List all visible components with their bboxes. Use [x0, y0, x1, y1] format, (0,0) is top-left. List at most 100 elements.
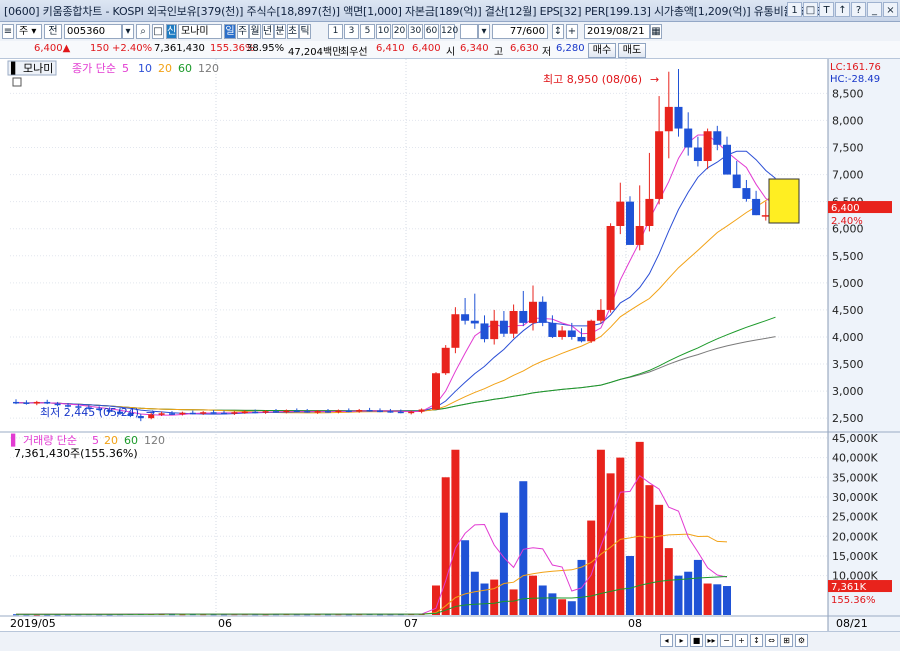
interval-button-1[interactable]: 1 [328, 24, 343, 39]
open-price: 6,340 [460, 43, 489, 54]
volume-bar [616, 457, 625, 615]
volume-bar [645, 485, 654, 615]
candle-body [304, 411, 311, 413]
chevron-down-icon[interactable]: ▾ [122, 24, 134, 39]
chart-nav-button-3[interactable]: ▸▸ [705, 634, 718, 647]
window-button-4[interactable]: ? [851, 2, 866, 17]
hc-label: HC:-28.49 [830, 74, 880, 85]
interval-button-60[interactable]: 60 [424, 24, 439, 39]
interval-button-3[interactable]: 3 [344, 24, 359, 39]
candle-body [567, 330, 576, 337]
candle-body [616, 201, 625, 226]
candle-body [189, 412, 196, 415]
lock-icon[interactable]: □ [152, 24, 164, 39]
chart-nav-button-2[interactable]: ■ [690, 634, 703, 647]
x-label-3: 08 [628, 617, 642, 630]
count-input[interactable]: 77/600 [492, 24, 548, 39]
chart-nav-button-6[interactable]: ↕ [750, 634, 763, 647]
turnover: 38.95% [246, 43, 285, 54]
vol-legend-3: 120 [144, 434, 165, 447]
calendar-icon[interactable]: ▦ [650, 24, 662, 39]
stock-code-input[interactable]: 005360 [64, 24, 122, 39]
window-buttons: 1 □ T ↑? _ × [787, 2, 898, 17]
ma-legend-3: 20 [158, 62, 172, 75]
candle-body [441, 347, 450, 374]
interval-button-30[interactable]: 30 [408, 24, 423, 39]
price-tick-2: 3,500 [832, 358, 864, 371]
vol-tick-4: 30,000K [832, 491, 878, 504]
chart-nav-button-0[interactable]: ◂ [660, 634, 673, 647]
tab-period-6[interactable]: 틱 [299, 24, 311, 39]
chart-nav-button-8[interactable]: ⊞ [780, 634, 793, 647]
price-tick-0: 2,500 [832, 412, 864, 425]
best-quote-label: 최우선 [340, 47, 368, 58]
candle-body [664, 106, 673, 132]
candle-body [44, 401, 51, 404]
interval-input[interactable] [460, 24, 478, 39]
vol-tick-7: 45,000K [832, 432, 878, 445]
volume-bar [519, 481, 528, 615]
market-select[interactable]: 주 ▾ [16, 24, 42, 39]
price-tick-10: 7,500 [832, 141, 864, 154]
chevron-down-icon[interactable]: ▾ [478, 24, 490, 39]
tab-period-0[interactable]: 일 [224, 24, 236, 39]
sell-button[interactable]: 매도 [618, 43, 646, 58]
tab-period-1[interactable]: 주 [236, 24, 249, 39]
vol-legend-0: 5 [92, 434, 99, 447]
volume-bar [567, 601, 576, 615]
search-icon[interactable]: ⌕ [136, 24, 150, 39]
candle-body [408, 411, 415, 414]
tab-period-3[interactable]: 년 [261, 24, 274, 39]
price-change: 150 [90, 43, 110, 54]
crosshair-icon[interactable]: + [566, 24, 578, 39]
candle-body [723, 144, 731, 175]
chart-nav-button-7[interactable]: ⇔ [765, 634, 778, 647]
window-button-2[interactable]: T [819, 2, 834, 17]
price-tick-1: 3,000 [832, 385, 864, 398]
tab-period-4[interactable]: 분 [274, 24, 286, 39]
new-tag: 신 [166, 24, 177, 39]
window-button-3[interactable]: ↑ [835, 2, 850, 17]
volume-bar [655, 504, 664, 615]
chart-nav-button-9[interactable]: ⚙ [795, 634, 808, 647]
interval-button-120[interactable]: 120 [440, 24, 458, 39]
candle-body [645, 198, 654, 226]
candle-body [179, 412, 186, 415]
volume-bar [490, 579, 499, 615]
price-tick-3: 4,000 [832, 331, 864, 344]
stock-chart[interactable]: 2,5003,0003,5004,0004,5005,0005,5006,000… [0, 59, 900, 631]
chart-nav-button-5[interactable]: + [735, 634, 748, 647]
volume-bar [548, 593, 557, 615]
window-button-6[interactable]: × [883, 2, 898, 17]
candle-body [23, 402, 30, 404]
candle-body [529, 301, 537, 323]
vol-legend-2: 60 [124, 434, 138, 447]
tab-period-2[interactable]: 월 [249, 24, 261, 39]
date-input[interactable]: 2019/08/21 [584, 24, 650, 39]
candle-body [273, 411, 279, 413]
min-arrow: → [146, 406, 155, 419]
vol-tick-6: 40,000K [832, 452, 878, 465]
interval-button-5[interactable]: 5 [360, 24, 375, 39]
chart-nav-button-1[interactable]: ▸ [675, 634, 688, 647]
interval-button-20[interactable]: 20 [392, 24, 407, 39]
volume-bar [538, 585, 547, 615]
prev-button[interactable]: 전 [44, 24, 62, 39]
candle-body [241, 411, 248, 414]
candle-body [577, 336, 586, 342]
interval-button-10[interactable]: 10 [376, 24, 391, 39]
max-arrow: → [650, 73, 659, 86]
candle-body [538, 301, 547, 323]
trade-value: 47,204백만 [288, 47, 342, 58]
chart-nav-button-4[interactable]: − [720, 634, 733, 647]
list-icon[interactable]: ≡ [2, 24, 14, 39]
window-button-5[interactable]: _ [867, 2, 882, 17]
market-value: 주 [19, 26, 29, 37]
tab-period-5[interactable]: 초 [286, 24, 299, 39]
buy-button[interactable]: 매수 [588, 43, 616, 58]
window-button-0[interactable]: 1 [787, 2, 802, 17]
volume-bar [499, 512, 508, 615]
candle-body [587, 320, 596, 342]
window-button-1[interactable]: □ [803, 2, 818, 17]
arrow-icon[interactable]: ↕ [552, 24, 564, 39]
